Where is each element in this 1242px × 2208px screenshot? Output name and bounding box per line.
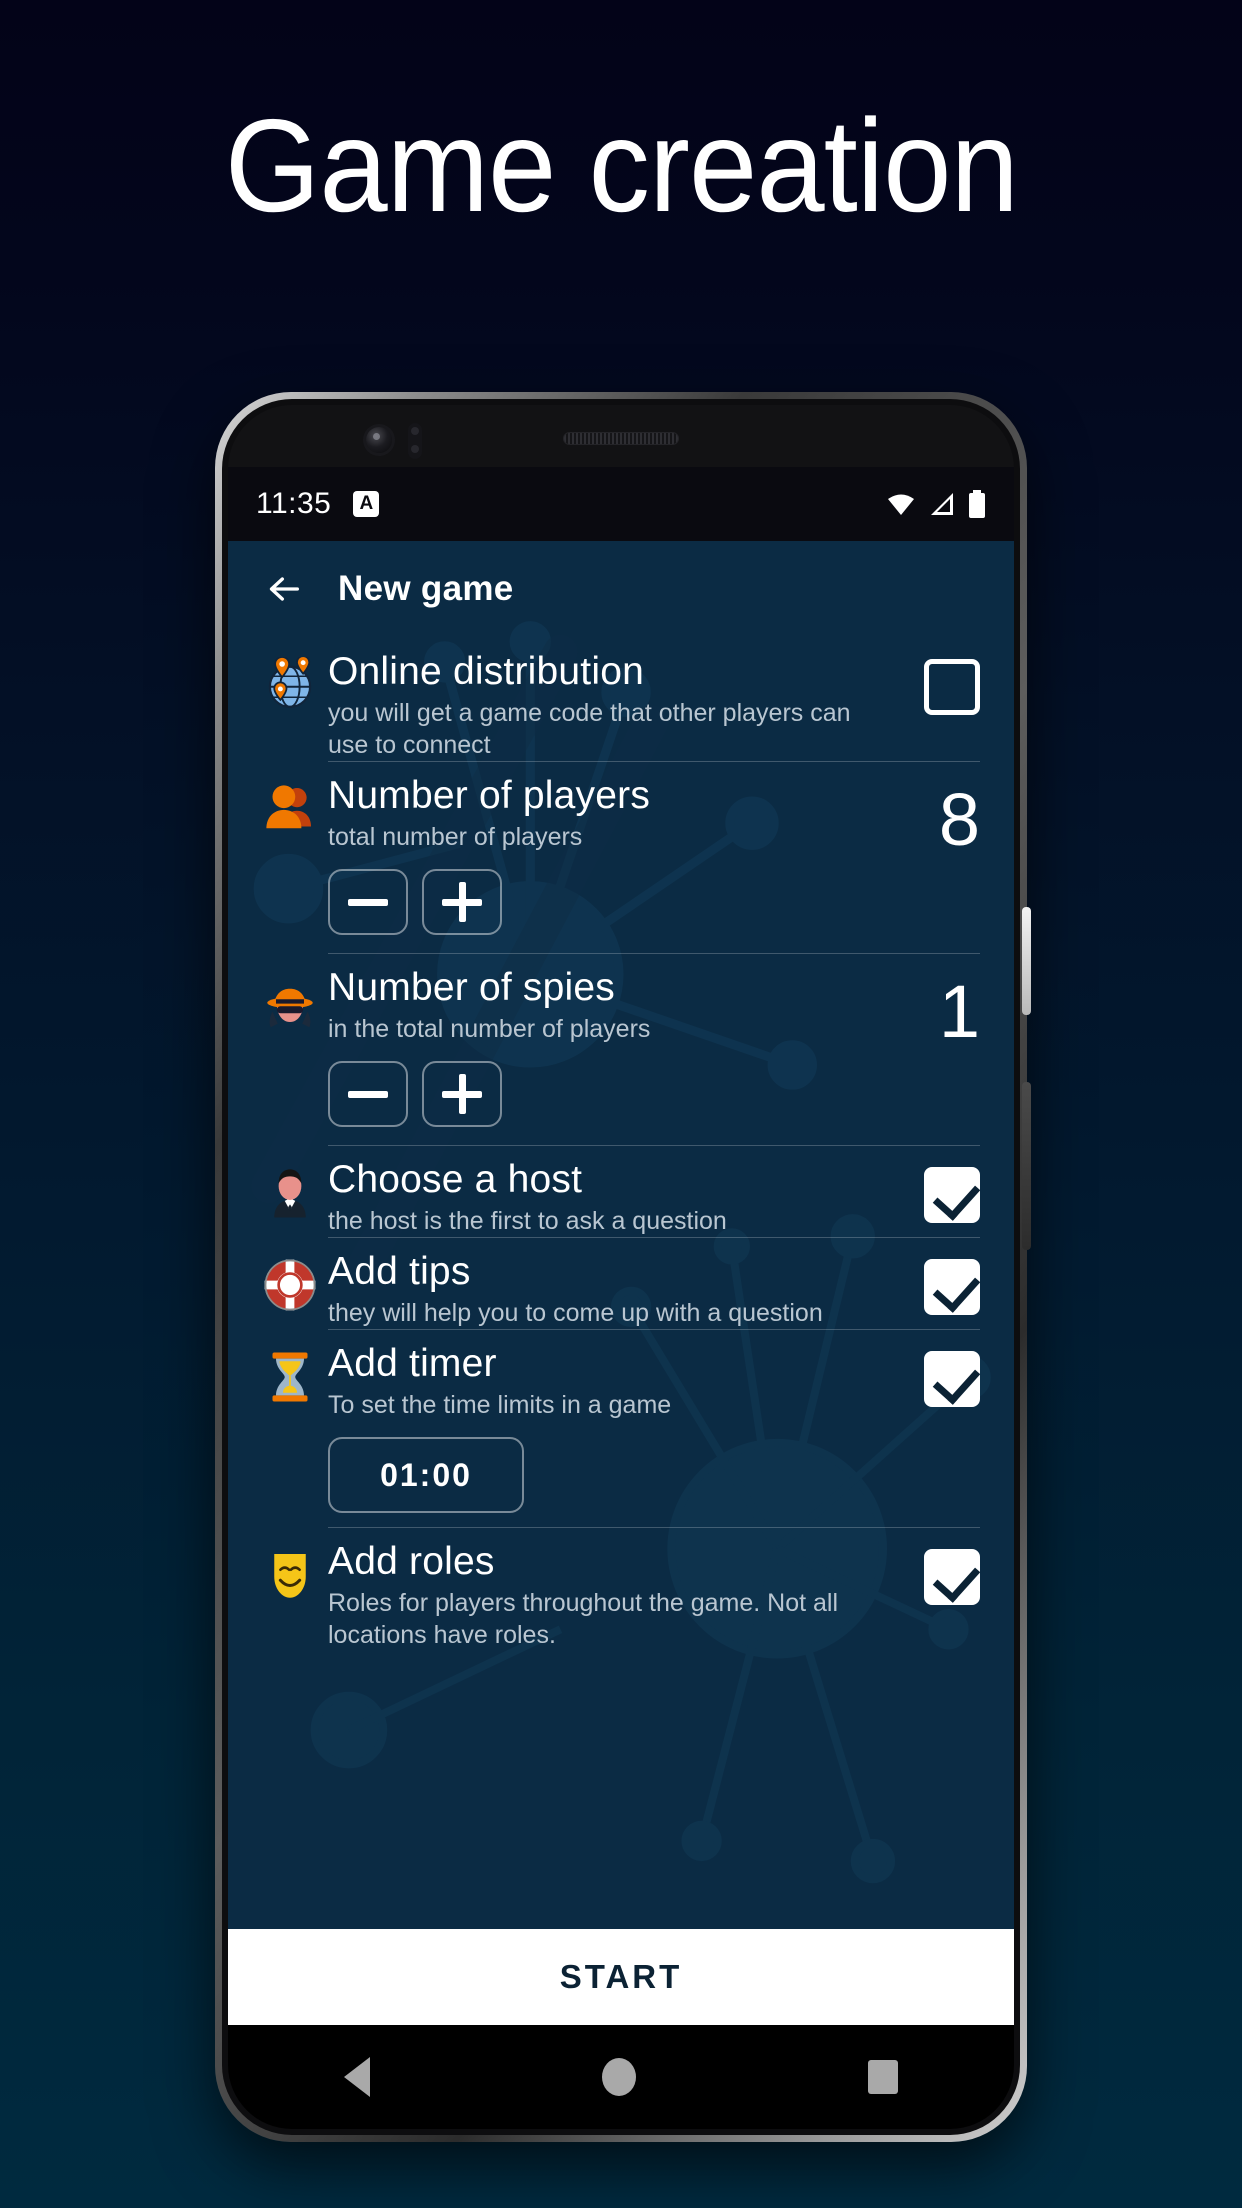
settings-list: Online distribution you will get a game … (228, 637, 1014, 1929)
globe-pins-icon (268, 657, 312, 708)
phone-bezel: 11:35 A New game Online distribution you… (228, 405, 1014, 2129)
start-button[interactable]: START (228, 1929, 1014, 2025)
earpiece-speaker-icon (563, 432, 679, 445)
row-text-container: Number of spies in the total number of p… (328, 965, 884, 1145)
setting-title: Number of spies (328, 966, 615, 1009)
row-control-container (884, 649, 980, 761)
row-text-container: Add timer To set the time limits in a ga… (328, 1341, 884, 1527)
increment-spies-button[interactable] (422, 1061, 502, 1127)
phone-inner-frame: 11:35 A New game Online distribution you… (222, 399, 1020, 2135)
setting-subtitle: they will help you to come up with a que… (328, 1299, 823, 1327)
phone-top-hardware (228, 405, 1014, 467)
setting-title: Choose a host (328, 1158, 583, 1201)
man-in-suit-icon (274, 1169, 306, 1218)
status-bar: 11:35 A (228, 467, 1014, 541)
setting-title: Add roles (328, 1540, 495, 1583)
spies-count-value: 1 (938, 970, 980, 1053)
players-count-value: 8 (938, 778, 980, 861)
nav-back-icon[interactable] (344, 2057, 370, 2097)
wifi-icon (888, 494, 914, 515)
back-arrow-icon[interactable] (264, 569, 304, 609)
setting-title: Number of players (328, 774, 651, 817)
setting-row-number-of-players[interactable]: Number of players total number of player… (262, 761, 980, 953)
checkbox-add-roles[interactable] (924, 1549, 980, 1605)
power-button[interactable] (1022, 907, 1031, 1015)
start-button-container: START (228, 1929, 1014, 2025)
row-control-container: 8 (884, 773, 980, 953)
row-icon-container (262, 965, 328, 1145)
people-icon (266, 785, 311, 829)
plus-icon (442, 1074, 482, 1114)
life-ring-icon (264, 1259, 316, 1311)
row-control-container (884, 1157, 980, 1237)
spies-stepper (328, 1061, 870, 1127)
status-bar-indicators (886, 490, 986, 518)
row-icon-container (262, 1157, 328, 1237)
plus-icon (442, 882, 482, 922)
setting-row-number-of-spies[interactable]: Number of spies in the total number of p… (262, 953, 980, 1145)
setting-title: Online distribution (328, 650, 644, 693)
setting-subtitle: total number of players (328, 823, 583, 851)
minus-icon (348, 898, 388, 906)
setting-subtitle: To set the time limits in a game (328, 1391, 672, 1419)
setting-row-add-tips[interactable]: Add tips they will help you to come up w… (262, 1237, 980, 1329)
players-stepper (328, 869, 870, 935)
app-bar-title: New game (338, 569, 514, 608)
row-icon-container (262, 1249, 328, 1329)
android-nav-bar (228, 2025, 1014, 2129)
phone-mockup: 11:35 A New game Online distribution you… (215, 392, 1031, 2142)
row-icon-container (262, 773, 328, 953)
nav-recents-icon[interactable] (868, 2060, 898, 2094)
volume-rocker[interactable] (1022, 1082, 1031, 1250)
decrement-spies-button[interactable] (328, 1061, 408, 1127)
setting-row-choose-a-host[interactable]: Choose a host the host is the first to a… (262, 1145, 980, 1237)
setting-row-online-distribution[interactable]: Online distribution you will get a game … (262, 637, 980, 761)
cellular-signal-icon (931, 493, 953, 515)
checkbox-add-tips[interactable] (924, 1259, 980, 1315)
front-camera-icon (366, 427, 392, 453)
row-control-container (884, 1249, 980, 1329)
setting-title: Add tips (328, 1250, 471, 1293)
checkbox-choose-a-host[interactable] (924, 1167, 980, 1223)
minus-icon (348, 1090, 388, 1098)
setting-subtitle: you will get a game code that other play… (328, 699, 851, 759)
spy-icon (267, 988, 313, 1028)
row-text-container: Add roles Roles for players throughout t… (328, 1539, 884, 1651)
row-control-container: 1 (884, 965, 980, 1145)
decrement-players-button[interactable] (328, 869, 408, 935)
row-text-container: Add tips they will help you to come up w… (328, 1249, 884, 1329)
row-control-container (884, 1341, 980, 1527)
row-icon-container (262, 1341, 328, 1527)
status-bar-clock: 11:35 (256, 487, 332, 520)
timer-value-field[interactable]: 01:00 (328, 1437, 524, 1513)
setting-title: Add timer (328, 1342, 497, 1385)
nav-home-icon[interactable] (602, 2058, 636, 2096)
row-icon-container (262, 649, 328, 761)
notification-badge-icon: A (353, 491, 380, 517)
theater-mask-icon (274, 1554, 306, 1598)
setting-subtitle: the host is the first to ask a question (328, 1207, 727, 1235)
battery-icon (969, 490, 985, 518)
page-title: Game creation (224, 91, 1018, 239)
app-bar: New game (228, 541, 1014, 637)
proximity-sensor-icon (408, 423, 422, 459)
setting-row-add-timer[interactable]: Add timer To set the time limits in a ga… (262, 1329, 980, 1527)
setting-row-add-roles[interactable]: Add roles Roles for players throughout t… (262, 1527, 980, 1651)
row-text-container: Number of players total number of player… (328, 773, 884, 953)
row-icon-container (262, 1539, 328, 1651)
checkbox-add-timer[interactable] (924, 1351, 980, 1407)
setting-subtitle: in the total number of players (328, 1015, 651, 1043)
row-text-container: Online distribution you will get a game … (328, 649, 884, 761)
row-text-container: Choose a host the host is the first to a… (328, 1157, 884, 1237)
row-control-container (884, 1539, 980, 1651)
app-screen: New game Online distribution you will ge… (228, 541, 1014, 2025)
hero-banner: Game creation (0, 0, 1242, 330)
increment-players-button[interactable] (422, 869, 502, 935)
setting-subtitle: Roles for players throughout the game. N… (328, 1589, 838, 1649)
checkbox-online-distribution[interactable] (924, 659, 980, 715)
hourglass-icon (272, 1352, 308, 1402)
